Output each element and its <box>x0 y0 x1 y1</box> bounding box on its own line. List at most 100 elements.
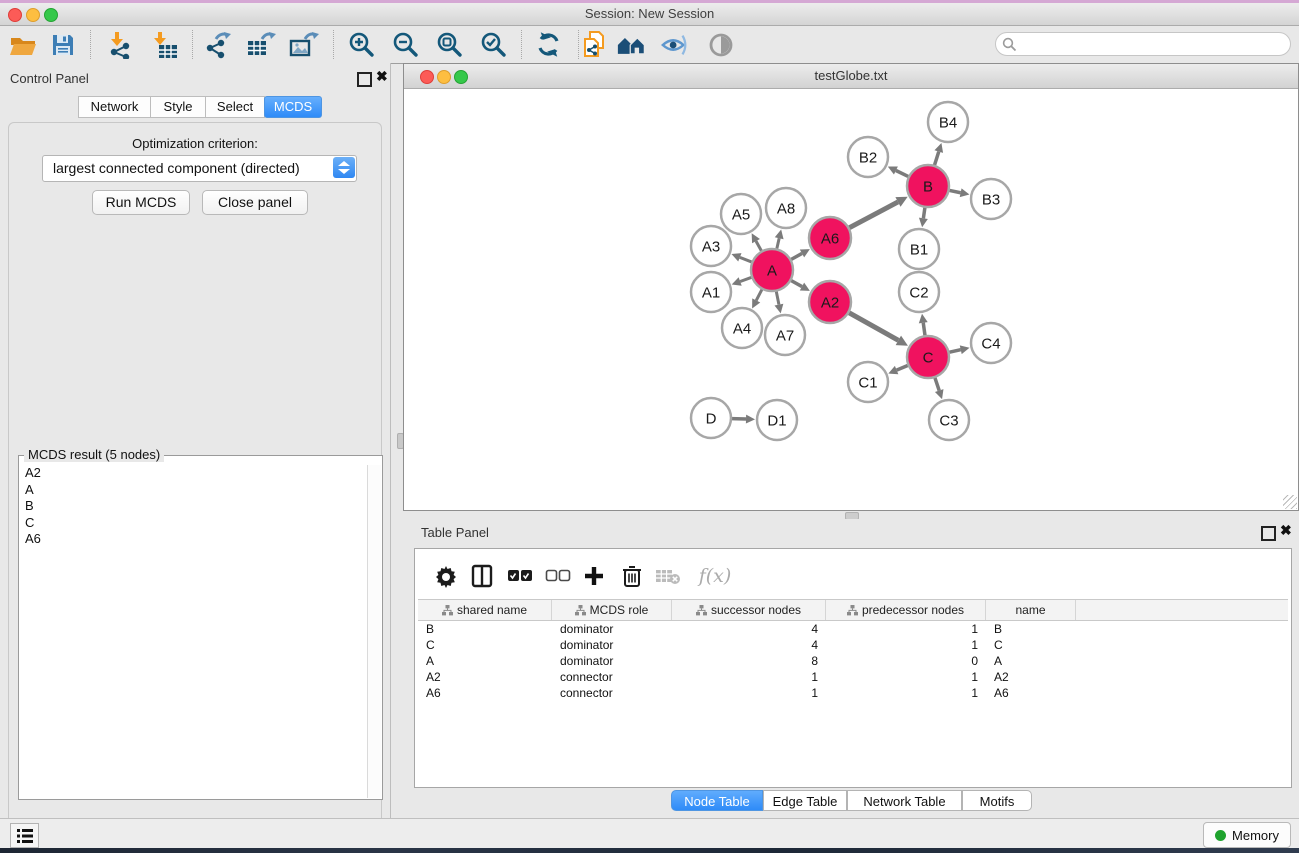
float-panel-icon[interactable] <box>357 72 372 87</box>
network-window-titlebar[interactable]: testGlobe.txt <box>404 64 1298 89</box>
graph-node-D[interactable]: D <box>691 398 731 438</box>
graph-node-C4[interactable]: C4 <box>971 323 1011 363</box>
mcds-result-item[interactable]: A6 <box>21 531 367 548</box>
edge-A2-C[interactable] <box>849 313 898 341</box>
edge-B-B4[interactable] <box>935 152 939 165</box>
table-row[interactable]: A2connector11A2 <box>418 669 1288 685</box>
import-network-button[interactable] <box>106 30 136 60</box>
table-row[interactable]: Adominator80A <box>418 653 1288 669</box>
zoom-in-button[interactable] <box>347 30 377 60</box>
refresh-view-button[interactable] <box>534 30 564 60</box>
mcds-result-list[interactable]: A2ABCA6 <box>21 465 367 797</box>
table-cell[interactable]: dominator <box>552 654 672 668</box>
column-header-shared-name[interactable]: shared name <box>418 600 552 620</box>
edge-A-A8[interactable] <box>777 238 779 248</box>
unselect-all-columns-button[interactable] <box>543 561 573 591</box>
table-cell[interactable]: A2 <box>986 670 1076 684</box>
table-cell[interactable]: C <box>986 638 1076 652</box>
graph-node-C3[interactable]: C3 <box>929 400 969 440</box>
memory-status-button[interactable]: Memory <box>1203 822 1291 848</box>
graph-node-A1[interactable]: A1 <box>691 272 731 312</box>
graph-node-B2[interactable]: B2 <box>848 137 888 177</box>
tab-node-table[interactable]: Node Table <box>671 790 763 811</box>
graph-node-B1[interactable]: B1 <box>899 229 939 269</box>
graph-node-A[interactable]: A <box>751 249 793 291</box>
table-cell[interactable]: A <box>986 654 1076 668</box>
main-titlebar[interactable]: Session: New Session <box>0 3 1299 26</box>
close-panel-icon[interactable]: ✖ <box>376 69 388 83</box>
float-panel-icon[interactable] <box>1261 526 1276 541</box>
table-cell[interactable]: A6 <box>986 686 1076 700</box>
table-cell[interactable]: connector <box>552 686 672 700</box>
tab-network-table[interactable]: Network Table <box>847 790 962 811</box>
column-header-predecessor-nodes[interactable]: predecessor nodes <box>826 600 986 620</box>
export-table-button[interactable] <box>246 30 276 60</box>
table-cell[interactable]: 1 <box>826 638 986 652</box>
select-all-columns-button[interactable] <box>505 561 535 591</box>
close-panel-button[interactable]: Close panel <box>202 190 308 215</box>
edge-C-C3[interactable] <box>935 378 939 391</box>
table-cell[interactable]: dominator <box>552 622 672 636</box>
table-cell[interactable]: A6 <box>418 686 552 700</box>
import-table-button[interactable] <box>150 30 180 60</box>
show-columns-button[interactable] <box>467 561 497 591</box>
clone-network-button[interactable] <box>581 30 611 60</box>
table-cell[interactable]: 1 <box>672 686 826 700</box>
table-cell[interactable]: 8 <box>672 654 826 668</box>
zoom-fit-button[interactable] <box>435 30 465 60</box>
column-header-successor-nodes[interactable]: successor nodes <box>672 600 826 620</box>
edge-A-A2[interactable] <box>791 281 802 287</box>
function-builder-button[interactable]: f(x) <box>693 561 737 591</box>
edge-A-A7[interactable] <box>776 292 779 305</box>
table-cell[interactable]: A <box>418 654 552 668</box>
graph-node-A2[interactable]: A2 <box>809 281 851 323</box>
search-field[interactable] <box>995 32 1291 56</box>
edge-B-B3[interactable] <box>950 190 961 192</box>
hide-graphics-details-button[interactable] <box>660 30 690 60</box>
optimization-criterion-select[interactable]: largest connected component (directed) <box>42 155 357 182</box>
table-cell[interactable]: 1 <box>672 670 826 684</box>
graph-node-C2[interactable]: C2 <box>899 272 939 312</box>
edge-A6-B[interactable] <box>849 202 898 228</box>
tab-mcds[interactable]: MCDS <box>264 96 322 118</box>
graph-node-A3[interactable]: A3 <box>691 226 731 266</box>
graph-node-A6[interactable]: A6 <box>809 217 851 259</box>
show-task-history-button[interactable] <box>10 823 39 848</box>
tab-select[interactable]: Select <box>205 96 265 118</box>
table-cell[interactable]: 4 <box>672 638 826 652</box>
table-cell[interactable]: connector <box>552 670 672 684</box>
graph-node-A7[interactable]: A7 <box>765 315 805 355</box>
table-cell[interactable]: 1 <box>826 622 986 636</box>
graph-node-B[interactable]: B <box>907 165 949 207</box>
close-panel-icon[interactable]: ✖ <box>1280 523 1292 537</box>
tab-edge-table[interactable]: Edge Table <box>763 790 847 811</box>
edge-A-A1[interactable] <box>740 277 751 281</box>
edge-A-A3[interactable] <box>740 257 752 262</box>
table-cell[interactable]: B <box>986 622 1076 636</box>
edge-A-A5[interactable] <box>756 241 761 251</box>
column-header-name[interactable]: name <box>986 600 1076 620</box>
column-header-MCDS-role[interactable]: MCDS role <box>552 600 672 620</box>
export-network-button[interactable] <box>203 30 233 60</box>
export-image-button[interactable] <box>289 30 319 60</box>
table-cell[interactable]: 1 <box>826 686 986 700</box>
show-graphics-details-button[interactable] <box>706 30 736 60</box>
zoom-selected-button[interactable] <box>479 30 509 60</box>
tab-style[interactable]: Style <box>150 96 206 118</box>
edge-C-C4[interactable] <box>949 350 960 353</box>
edge-C-C1[interactable] <box>897 365 908 370</box>
table-settings-button[interactable] <box>431 561 461 591</box>
table-cell[interactable]: A2 <box>418 670 552 684</box>
first-neighbors-button[interactable] <box>617 30 647 60</box>
graph-node-C1[interactable]: C1 <box>848 362 888 402</box>
graph-node-A5[interactable]: A5 <box>721 194 761 234</box>
open-session-button[interactable] <box>8 30 38 60</box>
create-column-button[interactable] <box>579 561 609 591</box>
table-cell[interactable]: 0 <box>826 654 986 668</box>
graph-node-C[interactable]: C <box>907 336 949 378</box>
edge-C-C2[interactable] <box>923 323 925 336</box>
network-view-window[interactable]: testGlobe.txt AA1A2A3A4A5A6A7A8BB1B2B3B4… <box>403 63 1299 511</box>
table-cell[interactable]: C <box>418 638 552 652</box>
table-cell[interactable]: 4 <box>672 622 826 636</box>
table-cell[interactable]: dominator <box>552 638 672 652</box>
